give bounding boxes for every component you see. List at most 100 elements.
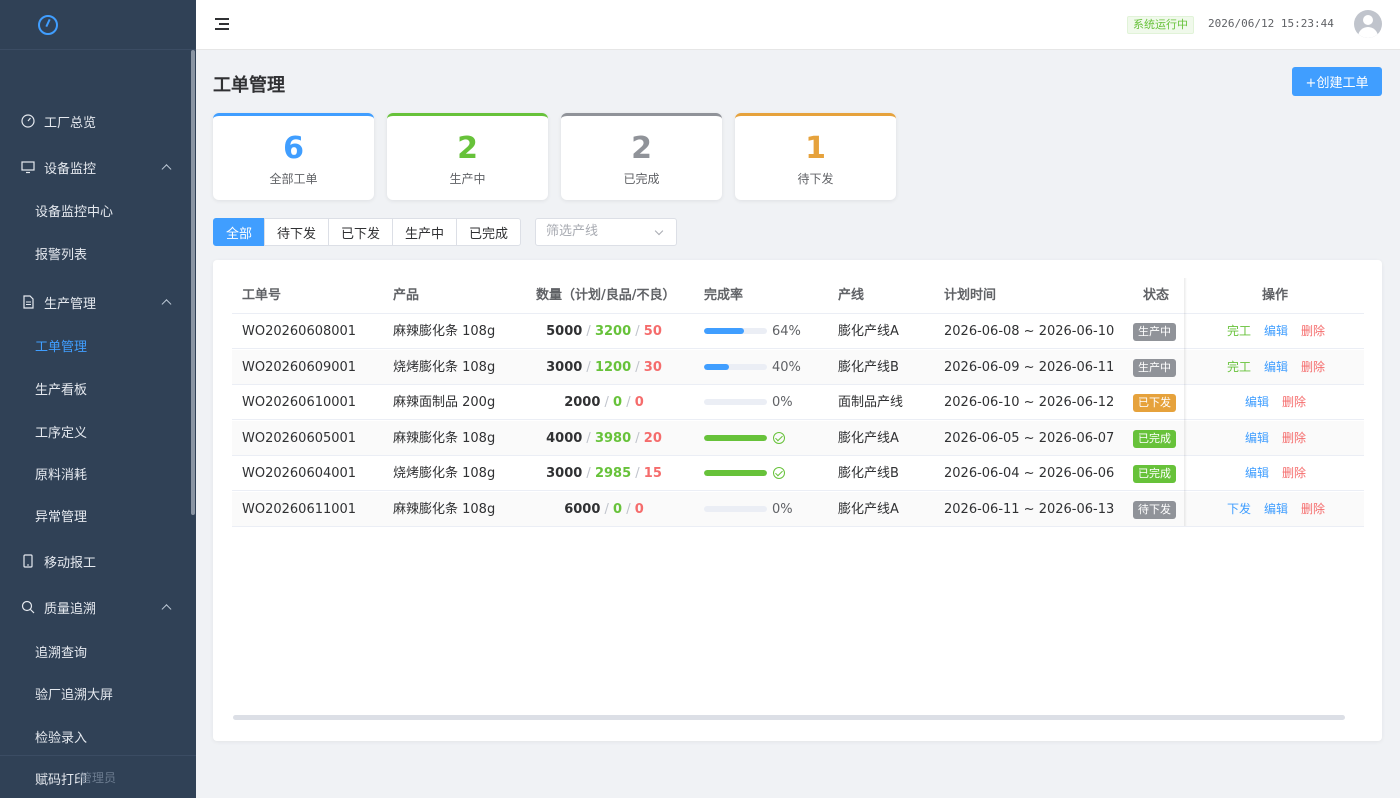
- stat-card[interactable]: 1 待下发: [735, 113, 896, 200]
- production-line: 膨化产线A: [838, 430, 899, 446]
- stat-value: 2: [631, 131, 652, 166]
- production-line: 膨化产线A: [838, 501, 899, 517]
- qty-bad: 50: [643, 324, 662, 339]
- check-circle-icon: [773, 431, 785, 444]
- sidebar-item-3[interactable]: 生产管理: [0, 292, 190, 312]
- stat-card[interactable]: 6 全部工单: [213, 113, 374, 200]
- menu-toggle-icon[interactable]: [215, 18, 229, 30]
- action-delete-link[interactable]: 删除: [1282, 385, 1306, 420]
- chevron-down-icon: [654, 226, 664, 236]
- qty-separator: /: [582, 359, 595, 375]
- quantity: 2000 / 0 / 0: [536, 385, 672, 420]
- product-name: 烧烤膨化条 108g: [393, 359, 496, 375]
- stat-card[interactable]: 2 生产中: [387, 113, 548, 200]
- plan-time: 2026-06-10 ~ 2026-06-12: [944, 395, 1115, 410]
- sidebar-footer-user: 管理员: [0, 755, 196, 798]
- action-delete-link[interactable]: 删除: [1282, 456, 1306, 491]
- sidebar-subitem-1[interactable]: 设备监控中心: [0, 203, 190, 223]
- create-order-button[interactable]: +创建工单: [1292, 67, 1382, 96]
- action-complete-link[interactable]: 完工: [1227, 314, 1251, 349]
- progress-text: 40%: [772, 359, 801, 375]
- filter-tab[interactable]: 全部: [213, 218, 265, 246]
- status-badge: 已完成: [1133, 429, 1176, 448]
- plan-time: 2026-06-08 ~ 2026-06-10: [944, 324, 1115, 339]
- action-edit-link[interactable]: 编辑: [1245, 456, 1269, 491]
- sidebar-subitem-6[interactable]: 原料消耗: [0, 466, 190, 486]
- sidebar-subitem-4[interactable]: 生产看板: [0, 381, 190, 401]
- qty-plan: 2000: [564, 395, 601, 410]
- qty-separator: /: [631, 430, 644, 446]
- qty-good: 1200: [594, 359, 632, 375]
- progress-bar: [704, 470, 767, 476]
- action-edit-link[interactable]: 编辑: [1264, 350, 1288, 385]
- document-icon: [21, 295, 35, 309]
- qty-separator: /: [600, 501, 614, 517]
- qty-separator: /: [631, 359, 644, 375]
- quantity: 6000 / 0 / 0: [536, 492, 672, 527]
- action-edit-link[interactable]: 编辑: [1245, 421, 1269, 456]
- filter-tab[interactable]: 生产中: [392, 218, 457, 246]
- plan-time: 2026-06-11 ~ 2026-06-13: [944, 501, 1115, 517]
- sidebar-item-5[interactable]: 质量追溯: [0, 597, 190, 617]
- sidebar-subitem-3[interactable]: 工单管理: [0, 338, 190, 358]
- action-edit-link[interactable]: 编辑: [1245, 385, 1269, 420]
- action-edit-link[interactable]: 编辑: [1264, 492, 1288, 527]
- table-row[interactable]: WO20260605001 麻辣膨化条 108g 4000 / 3980 / 20 膨…: [232, 420, 1364, 456]
- sidebar-subitem-2[interactable]: 报警列表: [0, 246, 190, 266]
- status-badge: 生产中: [1133, 358, 1176, 377]
- th-order-no: 工单号: [242, 288, 282, 303]
- mobile-icon: [21, 554, 35, 568]
- stat-card[interactable]: 2 已完成: [561, 113, 722, 200]
- action-edit-link[interactable]: 下发: [1227, 492, 1251, 527]
- filter-tab[interactable]: 已完成: [456, 218, 521, 246]
- order-no: WO20260605001: [242, 430, 357, 446]
- filter-tab[interactable]: 已下发: [328, 218, 393, 246]
- qty-good: 0: [613, 395, 623, 410]
- table-row[interactable]: WO20260604001 烧烤膨化条 108g 3000 / 2985 / 15 膨…: [232, 456, 1364, 491]
- action-delete-link[interactable]: 删除: [1301, 314, 1325, 349]
- action-delete-link[interactable]: 删除: [1282, 421, 1306, 456]
- th-qty: 数量（计划/良品/不良）: [536, 288, 676, 303]
- qty-separator: /: [622, 395, 635, 410]
- sidebar-subitem-9[interactable]: 验厂追溯大屏: [0, 686, 190, 706]
- qty-good: 2985: [594, 466, 632, 481]
- table-horizontal-scrollbar[interactable]: [233, 715, 1345, 720]
- progress-bar: [704, 363, 767, 370]
- logo[interactable]: [0, 0, 196, 50]
- chevron-up-icon: [161, 299, 172, 310]
- action-delete-link[interactable]: 删除: [1301, 350, 1325, 385]
- sidebar-subitem-5[interactable]: 工序定义: [0, 424, 190, 444]
- quantity: 5000 / 3200 / 50: [536, 314, 672, 349]
- qty-separator: /: [600, 395, 614, 410]
- table-row[interactable]: WO20260609001 烧烤膨化条 108g 3000 / 1200 / 30 4…: [232, 349, 1364, 385]
- plan-time: 2026-06-09 ~ 2026-06-11: [944, 359, 1115, 375]
- sidebar-item-1[interactable]: 工厂总览: [0, 111, 190, 131]
- th-progress: 完成率: [704, 288, 744, 303]
- sidebar-item-4[interactable]: 移动报工: [0, 551, 190, 571]
- sidebar-item-2[interactable]: 设备监控: [0, 157, 190, 177]
- user-avatar[interactable]: [1354, 10, 1382, 38]
- progress-bar: [704, 328, 767, 334]
- qty-separator: /: [631, 466, 644, 481]
- sidebar-item-label: 工厂总览: [44, 115, 97, 131]
- sidebar-subitem-7[interactable]: 异常管理: [0, 508, 190, 528]
- status-badge: 已完成: [1133, 465, 1176, 483]
- qty-separator: /: [582, 430, 595, 446]
- sidebar-subitem-8[interactable]: 追溯查询: [0, 644, 190, 664]
- action-delete-link[interactable]: 删除: [1301, 492, 1325, 527]
- action-complete-link[interactable]: 完工: [1227, 350, 1251, 385]
- progress-bar: [704, 399, 767, 405]
- line-filter-placeholder: 筛选产线: [546, 224, 599, 239]
- table-row[interactable]: WO20260610001 麻辣面制品 200g 2000 / 0 / 0 0% 面制品…: [232, 385, 1364, 420]
- plan-time: 2026-06-04 ~ 2026-06-06: [944, 466, 1115, 481]
- table-row[interactable]: WO20260611001 麻辣膨化条 108g 6000 / 0 / 0 0% 膨化产…: [232, 491, 1364, 527]
- sidebar-subitem-10[interactable]: 检验录入: [0, 729, 190, 749]
- filter-tab[interactable]: 待下发: [264, 218, 329, 246]
- fixed-column-shadow: [1184, 278, 1187, 526]
- table-row[interactable]: WO20260608001 麻辣膨化条 108g 5000 / 3200 / 50 6…: [232, 314, 1364, 349]
- product-name: 麻辣膨化条 108g: [393, 501, 496, 517]
- sidebar-scrollbar[interactable]: [191, 50, 195, 515]
- line-filter-select[interactable]: 筛选产线: [535, 218, 677, 246]
- progress-fill: [704, 434, 767, 441]
- action-edit-link[interactable]: 编辑: [1264, 314, 1288, 349]
